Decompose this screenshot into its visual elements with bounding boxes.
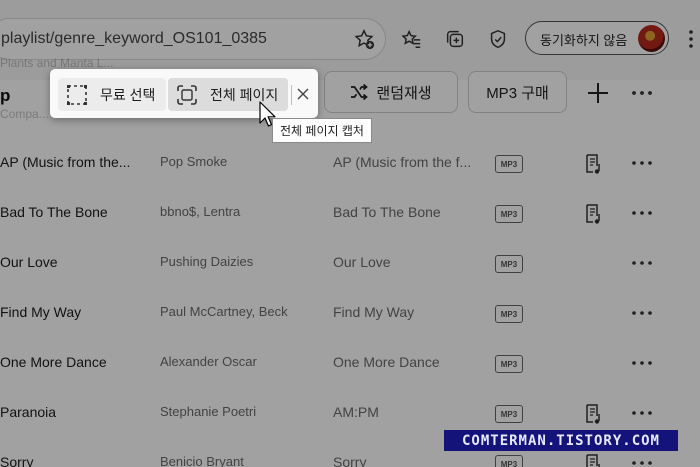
- full-page-tooltip: 전체 페이지 캡처: [272, 118, 372, 143]
- free-select-icon: [67, 84, 87, 105]
- free-select-option[interactable]: 무료 선택: [58, 78, 166, 111]
- popup-divider: [291, 85, 292, 105]
- watermark: COMTERMAN.TISTORY.COM: [444, 430, 678, 451]
- mouse-pointer-icon: [259, 101, 276, 127]
- close-icon[interactable]: [295, 86, 311, 102]
- screen-capture-popup: 무료 선택 전체 페이지: [50, 69, 318, 118]
- free-select-label: 무료 선택: [100, 86, 156, 103]
- full-page-capture-icon: [177, 84, 197, 105]
